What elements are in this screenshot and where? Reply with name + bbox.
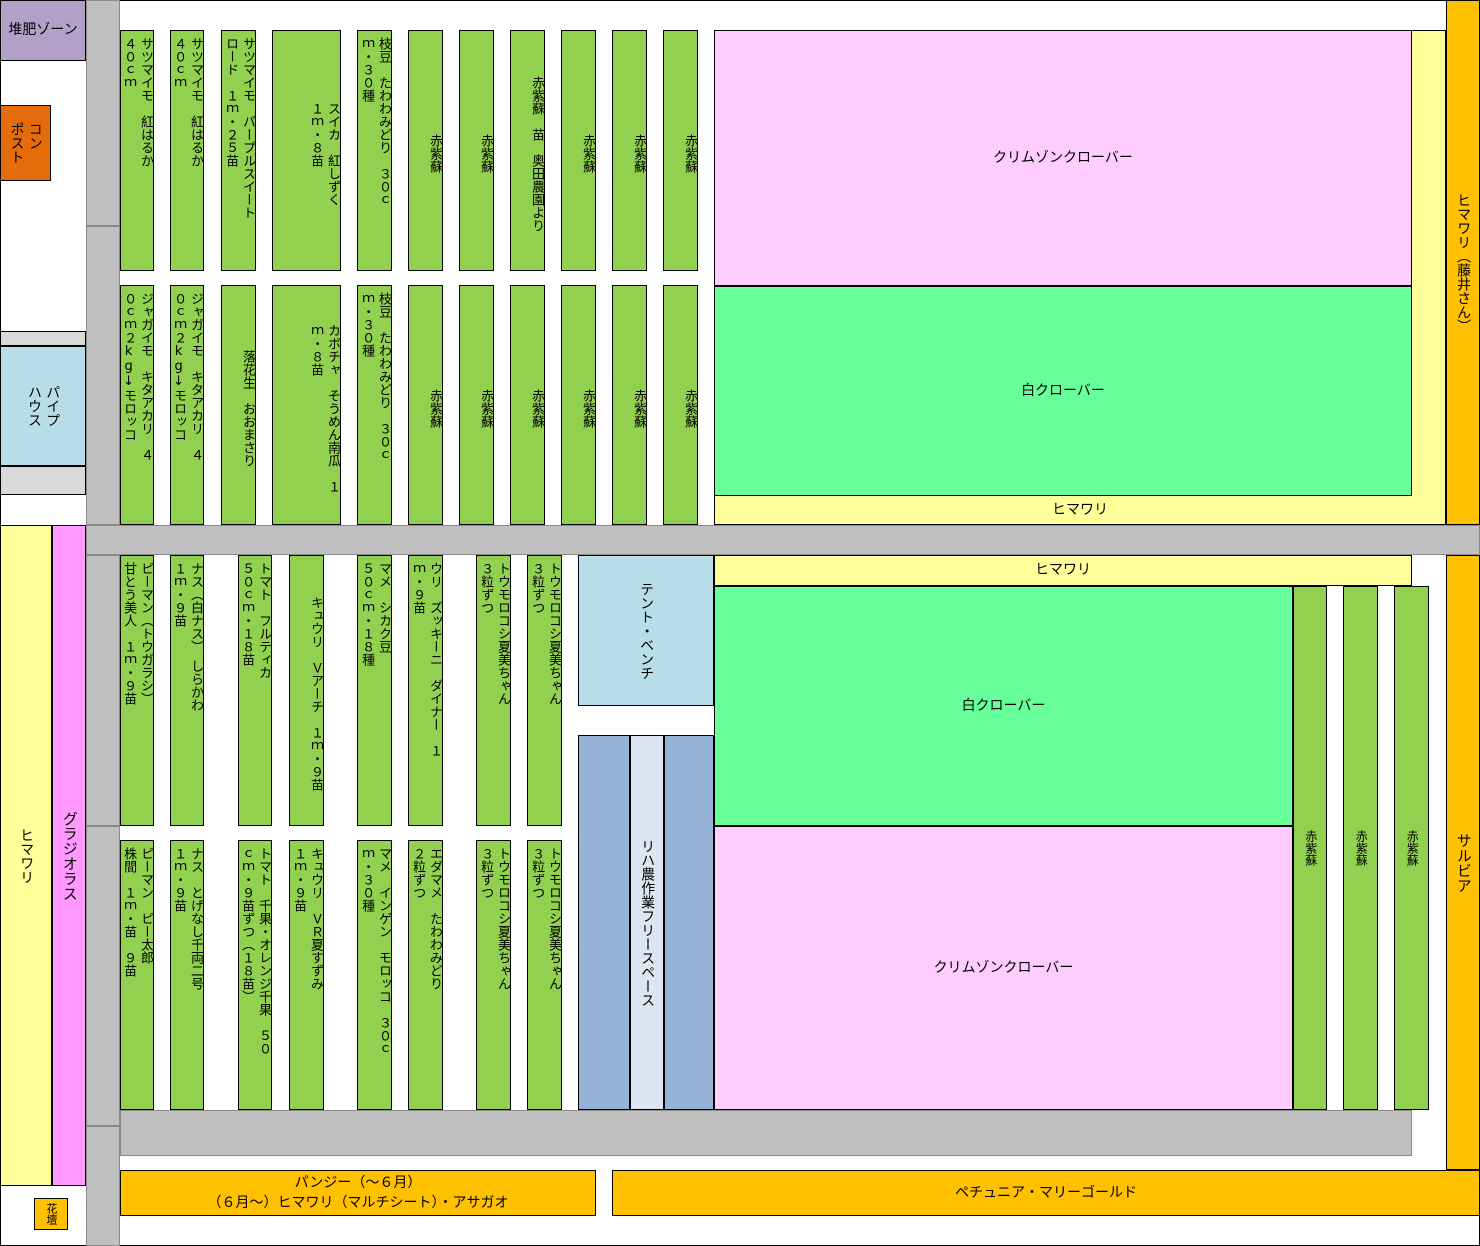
red-shiso-right-1[interactable]: 赤紫蘇 xyxy=(1293,586,1327,1110)
crimson-clover-top-label: クリムゾンクローバー xyxy=(993,149,1133,166)
riha-space-right xyxy=(664,735,714,1110)
bed-top-upper-6[interactable]: 赤紫蘇 xyxy=(408,30,443,271)
tent-bench-label: テント・ベンチ xyxy=(638,581,655,680)
petunia-label: ペチュニア・マリーゴールド xyxy=(955,1184,1137,1201)
compost-zone-label: 堆肥ゾーン xyxy=(8,22,78,38)
gladiolus-label: グラジオラス xyxy=(60,810,79,901)
bed-top-upper-1[interactable]: サツマイモ 紅はるか ４０ｃｍ xyxy=(120,30,154,271)
bed-top-upper-7[interactable]: 赤紫蘇 xyxy=(459,30,494,271)
sunflower-fujii-label: ヒマワリ（藤井さん） xyxy=(1455,192,1472,333)
bed-top-lower-8[interactable]: 赤紫蘇 xyxy=(510,285,545,525)
bed-bottom-upper-8[interactable]: トウモロコシ夏美ちゃん ３粒ずつ xyxy=(527,555,562,826)
sunflower-top-strip: ヒマワリ xyxy=(714,496,1446,525)
pipe-house-top-strip xyxy=(0,331,86,346)
bed-top-upper-2[interactable]: サツマイモ 紅はるか ４０ｃｍ xyxy=(170,30,204,271)
sunflower-left-strip: ヒマワリ xyxy=(0,525,52,1186)
bed-top-upper-8[interactable]: 赤紫蘇 苗 奥田農園より xyxy=(510,30,545,271)
bed-bottom-upper-7[interactable]: トウモロコシ夏美ちゃん ３粒ずつ xyxy=(476,555,511,826)
bed-bottom-lower-6[interactable]: エダマメ たわわみどり ２粒ずつ xyxy=(408,840,443,1110)
white-clover-bottom-label: 白クローバー xyxy=(961,697,1046,714)
left-vertical-path-lower xyxy=(86,555,120,826)
riha-space-label: リハ農作業フリースペース xyxy=(639,838,656,1007)
bed-top-lower-3[interactable]: 落花生 おおまさり xyxy=(221,285,256,525)
bed-top-lower-2[interactable]: ジャガイモ キタアカリ ４ ０ｃｍ２kg↓モロッコ xyxy=(170,285,204,525)
pansy-label: パンジー（～６月） （６月～）ヒマワリ（マルチシート）・アサガオ xyxy=(207,1174,509,1211)
petunia-marigold-strip: ペチュニア・マリーゴールド xyxy=(612,1170,1480,1216)
bed-bottom-upper-3[interactable]: トマト フルティカ ５０ｃｍ・１８苗 xyxy=(238,555,272,826)
bed-top-lower-4[interactable]: カボチャ そうめん南瓜 １ ｍ・８苗 xyxy=(272,285,341,525)
bed-top-upper-10[interactable]: 赤紫蘇 xyxy=(612,30,647,271)
pipe-house: パイプ ハウス xyxy=(0,346,86,466)
bed-bottom-upper-6[interactable]: ウリ ズッキーニ ダイナー １ ｍ・９苗 xyxy=(408,555,443,826)
left-vertical-path-mid xyxy=(86,226,120,525)
bed-bottom-lower-4[interactable]: キュウリ ＶＲ夏すずみ １ｍ・９苗 xyxy=(289,840,324,1110)
bed-top-upper-9[interactable]: 赤紫蘇 xyxy=(561,30,596,271)
bed-bottom-upper-5[interactable]: マメ シカク豆 ５０ｃｍ・１８種 xyxy=(357,555,392,826)
sunflower-bottom-strip: ヒマワリ xyxy=(714,555,1412,586)
left-vertical-path-bottom xyxy=(86,826,120,1126)
bed-bottom-lower-2[interactable]: ナス とげなし千両二号 １ｍ・９苗 xyxy=(170,840,204,1110)
sunflower-fujii-strip: ヒマワリ（藤井さん） xyxy=(1446,0,1480,525)
bed-bottom-lower-1[interactable]: ピーマン ピー太郎 株間 １ｍ・苗 ９苗 xyxy=(120,840,154,1110)
bed-top-lower-6[interactable]: 赤紫蘇 xyxy=(408,285,443,525)
gladiolus-strip: グラジオラス xyxy=(52,525,86,1186)
white-clover-top-label: 白クローバー xyxy=(1021,382,1105,399)
bed-top-lower-10[interactable]: 赤紫蘇 xyxy=(612,285,647,525)
pipe-house-label: パイプ ハウス xyxy=(26,385,61,427)
salvia-strip: サルビア xyxy=(1446,555,1480,1170)
crimson-clover-bottom[interactable]: クリムゾンクローバー xyxy=(714,826,1293,1110)
bed-top-upper-4[interactable]: スイカ 紅しずく １ｍ・８苗 xyxy=(272,30,341,271)
bed-top-lower-5[interactable]: 枝豆 たわわみどり ３０ｃ ｍ・３０種 xyxy=(357,285,392,525)
crimson-clover-bottom-label: クリムゾンクローバー xyxy=(933,959,1074,976)
bed-top-lower-9[interactable]: 赤紫蘇 xyxy=(561,285,596,525)
flower-bed: 花壇 xyxy=(34,1198,68,1230)
compost-bin: コン ポスト xyxy=(0,105,51,181)
tent-bench[interactable]: テント・ベンチ xyxy=(578,555,714,706)
white-clover-top[interactable]: 白クローバー xyxy=(714,286,1412,496)
flower-bed-label: 花壇 xyxy=(45,1203,59,1225)
riha-free-space[interactable]: リハ農作業フリースペース xyxy=(630,735,664,1110)
left-vertical-path-foot xyxy=(86,1126,120,1246)
crimson-clover-top[interactable]: クリムゾンクローバー xyxy=(714,30,1412,286)
pipe-house-bottom-strip xyxy=(0,466,86,495)
bed-bottom-upper-1[interactable]: ピーマン（トウガラシ） 甘とう美人 １ｍ・９苗 xyxy=(120,555,154,826)
bed-bottom-upper-2[interactable]: ナス（白ナス） しらかわ １ｍ・９苗 xyxy=(170,555,204,826)
pansy-strip: パンジー（～６月） （６月～）ヒマワリ（マルチシート）・アサガオ xyxy=(120,1170,596,1216)
compost-zone: 堆肥ゾーン xyxy=(0,0,86,61)
bed-top-upper-5[interactable]: 枝豆 たわわみどり ３０ｃ ｍ・３０種 xyxy=(357,30,392,271)
bed-top-upper-11[interactable]: 赤紫蘇 xyxy=(663,30,698,271)
red-shiso-right-3[interactable]: 赤紫蘇 xyxy=(1394,586,1429,1110)
bed-bottom-lower-5[interactable]: マメ インゲン モロッコ ３０ｃ ｍ・３０種 xyxy=(357,840,392,1110)
bed-bottom-lower-7[interactable]: トウモロコシ夏美ちゃん ３粒ずつ xyxy=(476,840,511,1110)
bottom-horizontal-path xyxy=(120,1110,1412,1156)
bed-top-lower-7[interactable]: 赤紫蘇 xyxy=(459,285,494,525)
compost-label: コン ポスト xyxy=(8,122,43,164)
bed-bottom-lower-3[interactable]: トマト 千果・オレンジ千果 ５０ ｃｍ・９苗ずつ（１８苗） xyxy=(238,840,272,1110)
central-horizontal-path xyxy=(86,525,1480,555)
left-vertical-path-upper xyxy=(86,0,120,226)
white-clover-bottom[interactable]: 白クローバー xyxy=(714,586,1293,826)
riha-space-left xyxy=(578,735,630,1110)
bed-bottom-lower-8[interactable]: トウモロコシ夏美ちゃん ３粒ずつ xyxy=(527,840,562,1110)
bed-top-lower-11[interactable]: 赤紫蘇 xyxy=(663,285,698,525)
sunflower-bottom-strip-label: ヒマワリ xyxy=(1035,562,1091,578)
red-shiso-right-2[interactable]: 赤紫蘇 xyxy=(1343,586,1378,1110)
salvia-label: サルビア xyxy=(1454,832,1473,893)
sunflower-top-strip-label: ヒマワリ xyxy=(1052,502,1108,518)
bed-top-upper-3[interactable]: サツマイモ パープルスイート ロード １ｍ・２５苗 xyxy=(221,30,256,271)
bed-bottom-upper-4[interactable]: キュウリ Ｖアーチ １ｍ・９苗 xyxy=(289,555,324,826)
sunflower-left-label: ヒマワリ xyxy=(18,827,35,884)
bed-top-lower-1[interactable]: ジャガイモ キタアカリ ４ ０ｃｍ２kg↓モロッコ xyxy=(120,285,154,525)
